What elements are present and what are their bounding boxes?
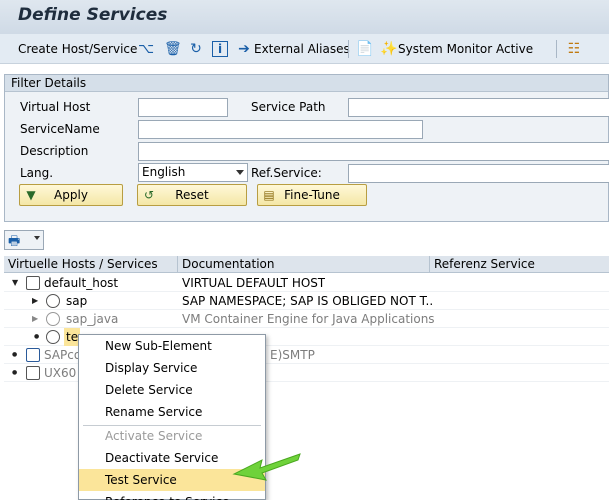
fine-tune-button-label: Fine-Tune [284,188,340,202]
print-icon: 🖶 [8,234,21,249]
documentation-cell: VM Container Engine for Java Application… [182,312,435,326]
title-bar: Define Services [0,0,609,34]
menu-item-reference-to-service[interactable]: Reference to Service [79,491,265,500]
reset-button[interactable]: ↺ Reset [137,184,247,206]
tree-row-sap[interactable]: ▶ sap SAP NAMESPACE; SAP IS OBLIGED NOT … [4,292,609,310]
expanded-triangle-icon[interactable]: ▼ [12,274,22,292]
col-hosts-header[interactable]: Virtuelle Hosts / Services [4,256,178,273]
collapsed-triangle-icon[interactable]: ▶ [32,310,42,328]
service-path-input[interactable] [348,98,609,117]
menu-item-rename-service[interactable]: Rename Service [79,401,265,423]
reset-button-label: Reset [175,188,209,202]
ref-service-label: Ref.Service: [251,166,322,180]
filter-details-panel: Filter Details Virtual Host Service Path… [4,74,609,222]
glasses-icon[interactable]: ⌥ [138,41,154,57]
system-monitor-active-button[interactable]: System Monitor Active [398,34,533,64]
filter-icon: ▼ [26,188,36,202]
leaf-bullet-icon: ● [12,351,18,358]
fine-tune-icon: ▤ [263,188,275,202]
leaf-bullet-icon: ● [12,369,18,376]
application-toolbar: Create Host/Service ⌥ 🗑 ↻ i ➔ External A… [0,34,609,64]
tree-item-label: SAPco [44,348,82,362]
tree-row-sap-java[interactable]: ▶ sap_java VM Container Engine for Java … [4,310,609,328]
reset-filter-icon: ↺ [143,188,155,202]
ref-service-input[interactable] [348,164,609,183]
tree-item-label: sap [66,294,88,308]
create-host-service-button[interactable]: Create Host/Service [18,34,137,64]
refresh-icon[interactable]: ↻ [188,41,204,57]
host-icon [26,348,40,362]
menu-item-new-sub-element[interactable]: New Sub-Element [79,335,265,357]
documentation-cell: VIRTUAL DEFAULT HOST [182,276,326,290]
tree-item-label: default_host [44,276,119,290]
service-name-label: ServiceName [20,122,100,136]
annotation-arrow-icon [232,453,301,481]
documentation-cell: SAP NAMESPACE; SAP IS OBLIGED NOT T... [182,294,432,308]
tree-item-label: sap_java [66,312,119,326]
leaf-bullet-icon: ● [34,333,40,340]
layout-menu-button[interactable]: 🖶 [4,230,44,250]
description-label: Description [20,144,89,158]
trash-icon[interactable]: 🗑 [164,41,182,57]
language-select[interactable]: English [138,163,248,182]
host-icon [26,276,40,290]
lang-label: Lang. [20,166,54,180]
hierarchy-icon[interactable]: ☷ [566,41,582,57]
description-input[interactable] [138,142,609,161]
service-name-input[interactable] [138,120,423,139]
menu-item-display-service[interactable]: Display Service [79,357,265,379]
menu-item-activate-service: Activate Service [105,429,203,443]
service-icon [46,294,60,308]
collapsed-triangle-icon[interactable]: ▶ [32,292,42,310]
menu-item-delete-service[interactable]: Delete Service [79,379,265,401]
documentation-cell: E)SMTP [270,348,315,362]
virtual-host-label: Virtual Host [20,100,91,114]
fine-tune-button[interactable]: ▤ Fine-Tune [257,184,367,206]
virtual-host-input[interactable] [138,98,228,117]
external-aliases-button[interactable]: External Aliases [254,34,350,64]
service-path-label: Service Path [251,100,326,114]
tree-row-default-host[interactable]: ▼ default_host VIRTUAL DEFAULT HOST [4,274,609,292]
service-icon [46,330,60,344]
tree-item-label: UX60 [44,366,77,380]
language-select-value: English [142,165,186,179]
document-icon[interactable]: 📄 [356,41,373,57]
window-title: Define Services [18,5,168,25]
wand-icon: ✨ [380,41,398,57]
col-doc-header[interactable]: Documentation [178,256,430,273]
chevron-down-icon [34,236,40,240]
filter-details-title: Filter Details [5,75,608,92]
toolbar-separator [556,40,557,58]
chevron-down-icon [236,170,244,175]
service-icon [46,312,60,326]
info-icon[interactable]: i [212,41,228,57]
col-ref-header[interactable]: Referenz Service [430,256,609,273]
apply-button-label: Apply [54,188,88,202]
host-icon [26,366,40,380]
tree-header: Virtuelle Hosts / Services Documentation… [4,256,609,273]
apply-button[interactable]: ▼ Apply [19,184,123,206]
toolbar-separator [348,40,349,58]
arrow-right-icon: ➔ [238,41,250,57]
